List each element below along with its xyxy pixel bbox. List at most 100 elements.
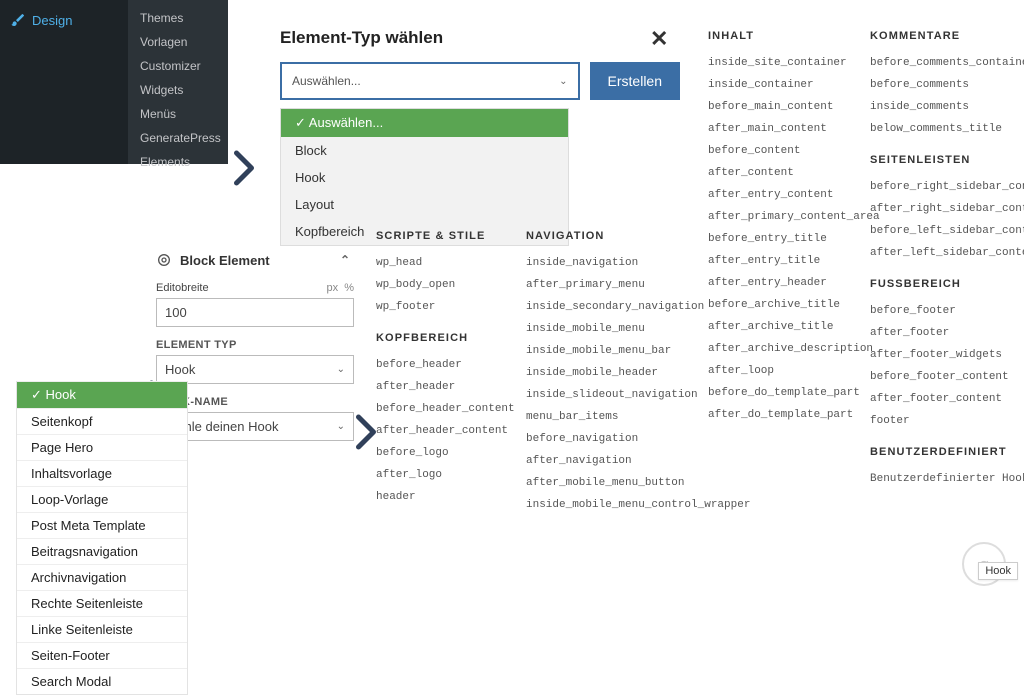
hook-item[interactable]: before_left_sidebar_content (870, 220, 1024, 242)
hook-item[interactable]: after_footer (870, 322, 1024, 344)
hook-item[interactable]: menu_bar_items (526, 406, 706, 428)
hook-item[interactable]: after_right_sidebar_content (870, 198, 1024, 220)
chevron-down-icon: ⌄ (337, 364, 345, 375)
block-panel-title: Block Element (180, 253, 270, 268)
arrow-right-1 (228, 148, 260, 191)
hook-tooltip: Hook (978, 562, 1018, 580)
hook-item[interactable]: after_header_content (376, 420, 506, 442)
hook-item[interactable]: before_content (708, 140, 858, 162)
hook-item[interactable]: after_navigation (526, 450, 706, 472)
hook-item[interactable]: before_do_template_part (708, 382, 858, 404)
hook-item[interactable]: after_footer_content (870, 388, 1024, 410)
wp-submenu-item[interactable]: Themes (128, 6, 228, 30)
chevron-down-icon: ⌄ (559, 76, 567, 87)
chevron-down-icon: ⌄ (337, 421, 345, 432)
hook-item[interactable]: wp_body_open (376, 274, 506, 296)
element-typ-option[interactable]: Hook (17, 381, 187, 408)
hook-item[interactable]: after_main_content (708, 118, 858, 140)
hook-item[interactable]: header (376, 486, 506, 508)
hook-item[interactable]: after_entry_header (708, 272, 858, 294)
hook-item[interactable]: before_comments_container (870, 52, 1024, 74)
hook-item[interactable]: after_content (708, 162, 858, 184)
element-typ-option[interactable]: Page Hero (17, 434, 187, 460)
wp-submenu-item[interactable]: Widgets (128, 78, 228, 102)
wp-submenu-item[interactable]: GeneratePress (128, 126, 228, 150)
sidebar-label-design: Design (32, 13, 72, 28)
chevron-up-icon[interactable]: ⌃ (340, 253, 350, 267)
hook-item[interactable]: after_left_sidebar_content (870, 242, 1024, 264)
hook-item[interactable]: inside_comments (870, 96, 1024, 118)
hook-item[interactable]: after_loop (708, 360, 858, 382)
element-typ-option[interactable]: Search Modal (17, 668, 187, 694)
select-placeholder: Auswählen... (292, 74, 361, 88)
element-type-select[interactable]: Auswählen... ⌄ (280, 62, 580, 100)
element-typ-option[interactable]: Post Meta Template (17, 512, 187, 538)
hook-item[interactable]: after_entry_content (708, 184, 858, 206)
wp-submenu-item[interactable]: Elements (128, 150, 228, 174)
hook-item[interactable]: before_footer_content (870, 366, 1024, 388)
sidebar-item-design[interactable]: Design (0, 6, 128, 34)
element-typ-option[interactable]: Rechte Seitenleiste (17, 590, 187, 616)
hook-item[interactable]: after_archive_description (708, 338, 858, 360)
hook-item[interactable]: before_comments (870, 74, 1024, 96)
hook-item[interactable]: before_navigation (526, 428, 706, 450)
hook-item[interactable]: inside_site_container (708, 52, 858, 74)
hook-item[interactable]: Benutzerdefinierter Hook (870, 468, 1024, 490)
hook-item[interactable]: after_primary_content_area (708, 206, 858, 228)
hook-item[interactable]: inside_mobile_menu_control_wrapper (526, 494, 706, 516)
hook-item[interactable]: inside_container (708, 74, 858, 96)
dropdown-option[interactable]: Hook (281, 164, 568, 191)
dropdown-option[interactable]: Auswählen... (281, 109, 568, 137)
hook-item[interactable]: below_comments_title (870, 118, 1024, 140)
element-typ-option[interactable]: Beitragsnavigation (17, 538, 187, 564)
wp-submenu-item[interactable]: Customizer (128, 54, 228, 78)
hook-item[interactable]: after_entry_title (708, 250, 858, 272)
element-type-dropdown: Auswählen...BlockHookLayoutKopfbereich (280, 108, 569, 246)
target-icon (156, 252, 172, 268)
element-typ-option-list: HookSeitenkopfPage HeroInhaltsvorlageLoo… (16, 381, 188, 695)
element-typ-option[interactable]: Loop-Vorlage (17, 486, 187, 512)
hook-item[interactable]: before_main_content (708, 96, 858, 118)
wp-submenu-item[interactable]: Vorlagen (128, 30, 228, 54)
hook-item[interactable]: inside_mobile_menu (526, 318, 706, 340)
hook-item[interactable]: wp_head (376, 252, 506, 274)
close-icon[interactable]: ✕ (650, 26, 668, 52)
hook-group-heading: Kommentare (870, 30, 1024, 42)
hook-item[interactable]: before_logo (376, 442, 506, 464)
wp-submenu-item[interactable]: Menüs (128, 102, 228, 126)
hook-item[interactable]: footer (870, 410, 1024, 432)
hook-item[interactable]: inside_navigation (526, 252, 706, 274)
element-typ-option[interactable]: Linke Seitenleiste (17, 616, 187, 642)
dropdown-option[interactable]: Layout (281, 191, 568, 218)
hook-item[interactable]: inside_secondary_navigation (526, 296, 706, 318)
hook-columns-right: Inhalt inside_site_containerinside_contai… (708, 30, 1024, 490)
element-typ-option[interactable]: Seitenkopf (17, 408, 187, 434)
create-button[interactable]: Erstellen (590, 62, 680, 100)
hook-item[interactable]: after_logo (376, 464, 506, 486)
hook-item[interactable]: after_primary_menu (526, 274, 706, 296)
hook-item[interactable]: inside_slideout_navigation (526, 384, 706, 406)
hook-item[interactable]: before_header_content (376, 398, 506, 420)
hook-item[interactable]: after_header (376, 376, 506, 398)
hook-item[interactable]: inside_mobile_menu_bar (526, 340, 706, 362)
hook-item[interactable]: before_header (376, 354, 506, 376)
hook-item[interactable]: after_archive_title (708, 316, 858, 338)
hook-item[interactable]: after_mobile_menu_button (526, 472, 706, 494)
hook-group-heading: Kopfbereich (376, 332, 506, 344)
hook-item[interactable]: inside_mobile_header (526, 362, 706, 384)
hook-item[interactable]: before_right_sidebar_content (870, 176, 1024, 198)
element-typ-option[interactable]: Seiten-Footer (17, 642, 187, 668)
hook-item[interactable]: before_archive_title (708, 294, 858, 316)
hook-group-heading: Inhalt (708, 30, 858, 42)
dropdown-option[interactable]: Block (281, 137, 568, 164)
hook-item[interactable]: after_do_template_part (708, 404, 858, 426)
element-typ-option[interactable]: Inhaltsvorlage (17, 460, 187, 486)
element-typ-select[interactable]: Hook⌄ (156, 355, 354, 384)
hook-columns-middle: Scripte & Stilewp_headwp_body_openwp_foo… (376, 230, 706, 516)
hook-item[interactable]: after_footer_widgets (870, 344, 1024, 366)
hook-item[interactable]: before_entry_title (708, 228, 858, 250)
editor-width-input[interactable] (156, 298, 354, 327)
element-typ-option[interactable]: Archivnavigation (17, 564, 187, 590)
hook-item[interactable]: wp_footer (376, 296, 506, 318)
hook-item[interactable]: before_footer (870, 300, 1024, 322)
